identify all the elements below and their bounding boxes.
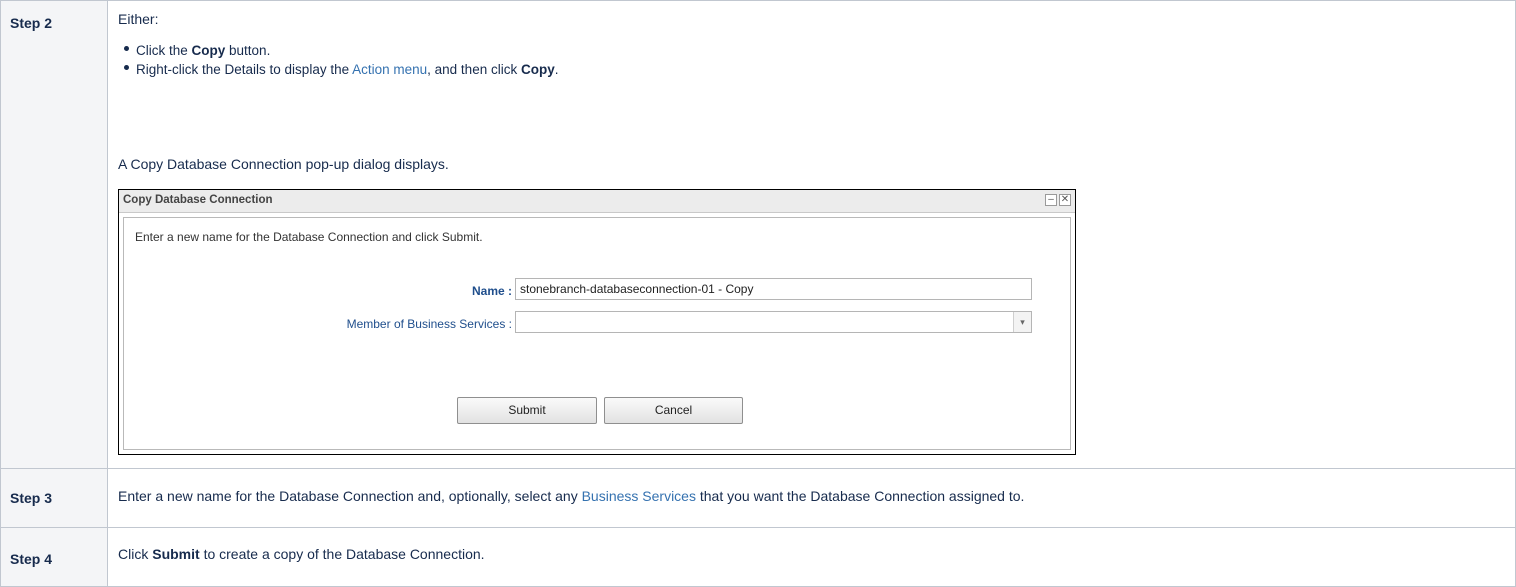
step-row: Step 2 Either: Click the Copy button. Ri…	[0, 0, 1516, 469]
text: that you want the Database Connection as…	[695, 488, 1025, 504]
bullet-list: Click the Copy button. Right-click the D…	[118, 41, 1515, 79]
copy-dialog-screenshot: Copy Database Connection – ✕ Enter a new…	[118, 189, 1076, 455]
step-label-cell: Step 3	[0, 468, 108, 528]
member-of-business-services-label: Member of Business Services :	[346, 317, 512, 331]
close-icon[interactable]: ✕	[1059, 194, 1071, 206]
dialog-titlebar: Copy Database Connection – ✕	[119, 190, 1075, 213]
submit-button[interactable]: Submit	[457, 397, 597, 424]
text: , and then click	[427, 62, 521, 77]
step-content: Click Submit to create a copy of the Dat…	[107, 527, 1516, 587]
step-row: Step 3 Enter a new name for the Database…	[0, 468, 1516, 528]
name-label: Name :	[471, 284, 512, 298]
cancel-button[interactable]: Cancel	[604, 397, 743, 424]
step-label-cell: Step 2	[0, 0, 108, 469]
business-services-link[interactable]: Business Services	[582, 488, 696, 504]
dialog-body: Enter a new name for the Database Connec…	[123, 217, 1071, 450]
step-label: Step 4	[10, 551, 53, 567]
text: Click	[118, 546, 153, 562]
step-label: Step 3	[10, 490, 53, 506]
business-services-select[interactable]: ▾	[515, 311, 1032, 333]
list-item: Right-click the Details to display the A…	[124, 60, 1515, 79]
step-content: Either: Click the Copy button. Right-cli…	[107, 0, 1516, 469]
minimize-icon[interactable]: –	[1045, 194, 1057, 206]
step-result: A Copy Database Connection pop-up dialog…	[118, 156, 449, 172]
steps-table: Step 2 Either: Click the Copy button. Ri…	[0, 0, 1516, 587]
action-menu-link[interactable]: Action menu	[352, 62, 427, 77]
step-content: Enter a new name for the Database Connec…	[107, 468, 1516, 528]
dialog-title: Copy Database Connection	[123, 194, 273, 206]
text: Enter a new name for the Database Connec…	[118, 488, 582, 504]
name-field[interactable]: stonebranch-databaseconnection-01 - Copy	[515, 278, 1032, 300]
dialog-instructions: Enter a new name for the Database Connec…	[135, 230, 483, 244]
bold-text: Submit	[152, 546, 200, 562]
text: .	[554, 62, 559, 77]
text: Click the	[136, 43, 192, 58]
step-row: Step 4 Click Submit to create a copy of …	[0, 527, 1516, 587]
text: button.	[225, 43, 271, 58]
list-item: Click the Copy button.	[124, 41, 1515, 60]
text: to create a copy of the Database Connect…	[199, 546, 485, 562]
chevron-down-icon[interactable]: ▾	[1013, 312, 1031, 332]
step-label-cell: Step 4	[0, 527, 108, 587]
bold-text: Copy	[191, 43, 226, 58]
bold-text: Copy	[520, 62, 555, 77]
step-intro: Either:	[118, 11, 159, 27]
text: Right-click the Details to display the	[136, 62, 353, 77]
step-label: Step 2	[10, 15, 53, 31]
